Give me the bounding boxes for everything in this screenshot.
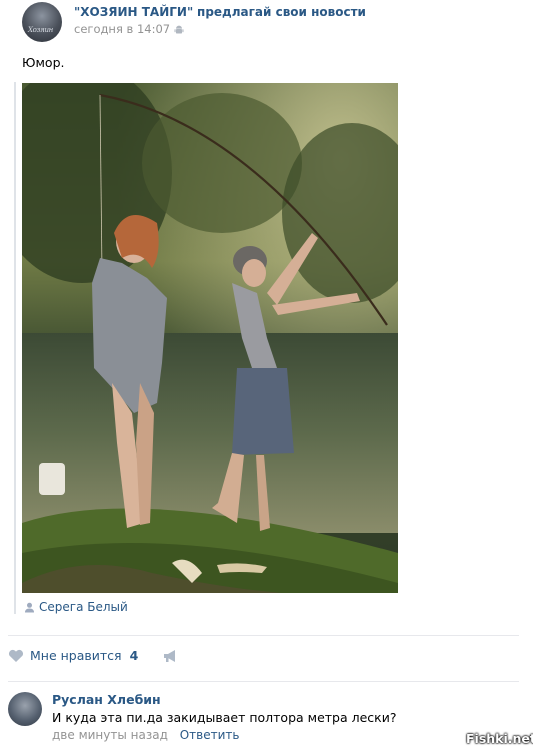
avatar-logo: Хозяин (28, 26, 53, 34)
comment-meta: две минуты назад Ответить (52, 728, 396, 742)
post-time[interactable]: сегодня в 14:07 (74, 22, 170, 36)
share-button[interactable] (162, 649, 178, 663)
comment: Руслан Хлебин И куда эта пи.да закидывае… (52, 692, 396, 742)
like-count: 4 (129, 648, 139, 663)
comment-time[interactable]: две минуты назад (52, 728, 168, 742)
watermark-logo: Fishki.net (466, 731, 533, 746)
like-button[interactable]: Мне нравится 4 (8, 648, 138, 663)
heart-icon (8, 649, 24, 662)
divider (8, 681, 519, 682)
comment-author-link[interactable]: Руслан Хлебин (52, 692, 396, 707)
post-photo[interactable] (22, 83, 398, 593)
post-header: "ХОЗЯИН ТАЙГИ" предлагай свои новости се… (74, 5, 366, 36)
comment-author-avatar[interactable] (8, 692, 42, 726)
post-signer: Серега Белый (24, 600, 128, 614)
like-label: Мне нравится (30, 648, 122, 663)
reply-button[interactable]: Ответить (180, 728, 240, 742)
repost-quote-bar (14, 82, 16, 614)
divider (8, 635, 519, 636)
post-actions: Мне нравится 4 (8, 648, 178, 663)
post-text: Юмор. (22, 55, 65, 70)
fishing-photo-image (22, 83, 398, 593)
post-time-line: сегодня в 14:07 (74, 22, 366, 36)
signer-name-link[interactable]: Серега Белый (39, 600, 128, 614)
megaphone-icon (164, 649, 176, 662)
comment-text: И куда эта пи.да закидывает полтора метр… (52, 710, 397, 725)
user-icon (25, 602, 34, 612)
android-icon (174, 24, 184, 34)
group-avatar[interactable]: Хозяин (22, 2, 62, 42)
group-line: "ХОЗЯИН ТАЙГИ" предлагай свои новости (74, 5, 366, 20)
group-suffix: предлагай свои новости (197, 5, 366, 19)
group-name-link[interactable]: "ХОЗЯИН ТАЙГИ" (74, 5, 193, 19)
